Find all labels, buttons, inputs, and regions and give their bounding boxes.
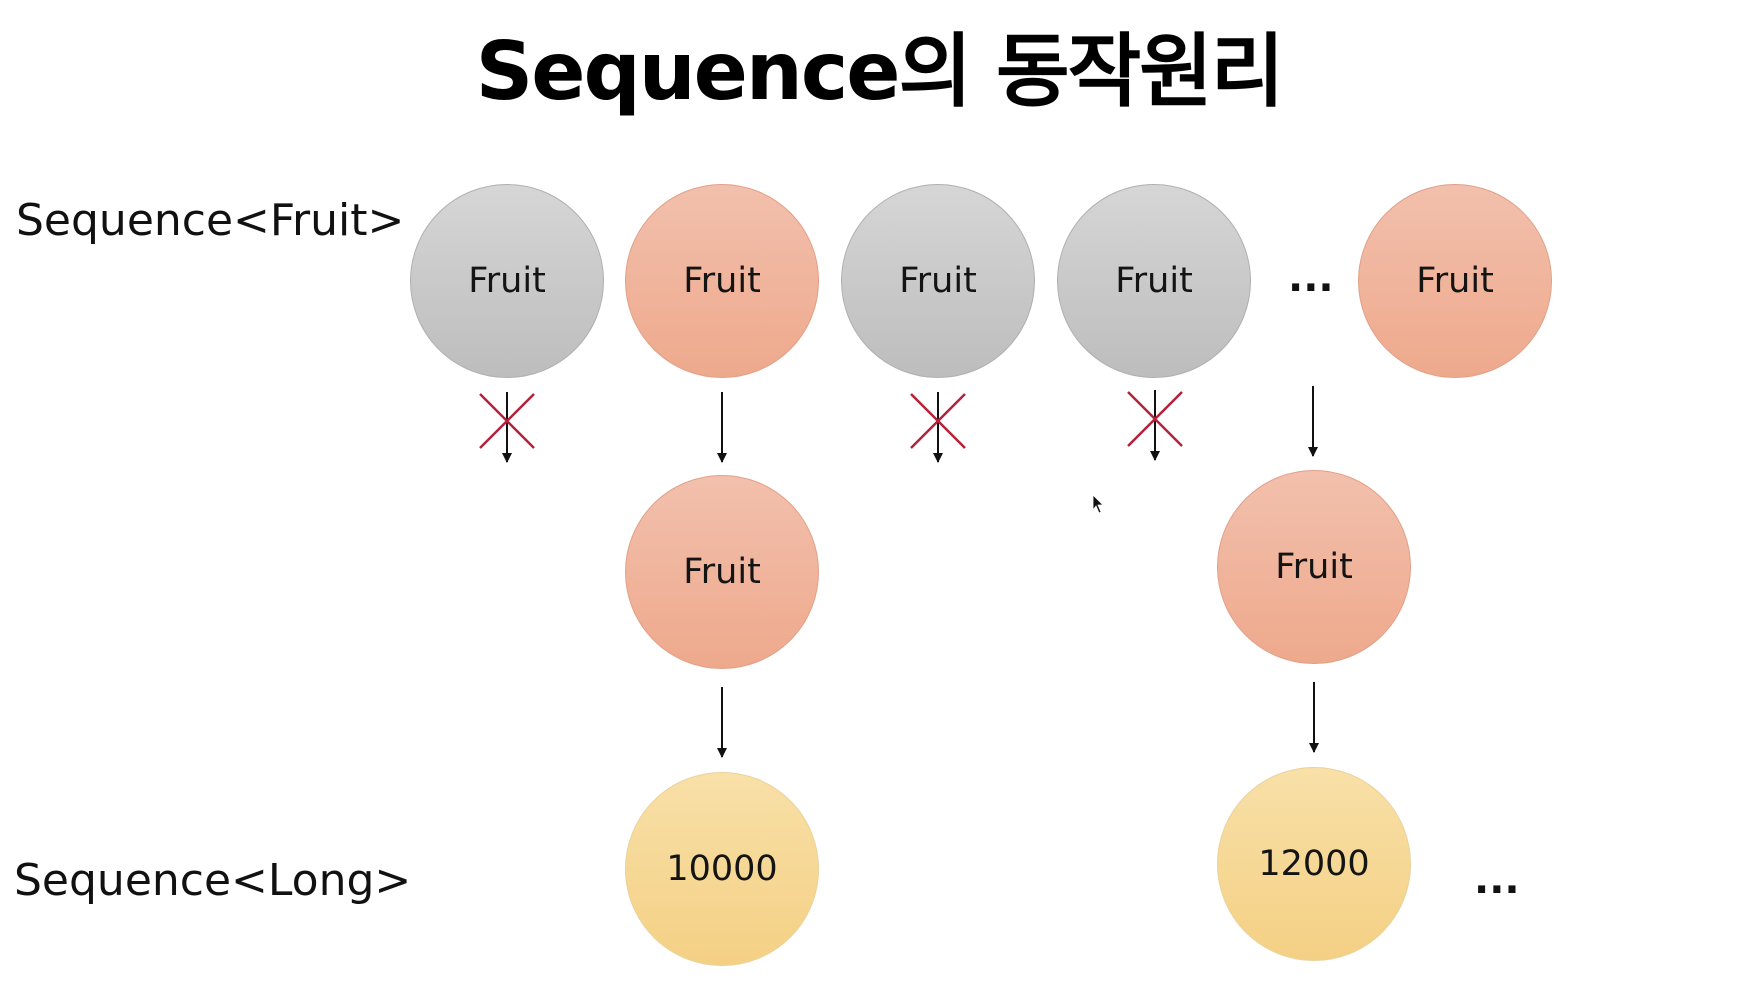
flow-connectors <box>479 386 1319 758</box>
mouse-pointer-icon <box>1092 494 1104 514</box>
